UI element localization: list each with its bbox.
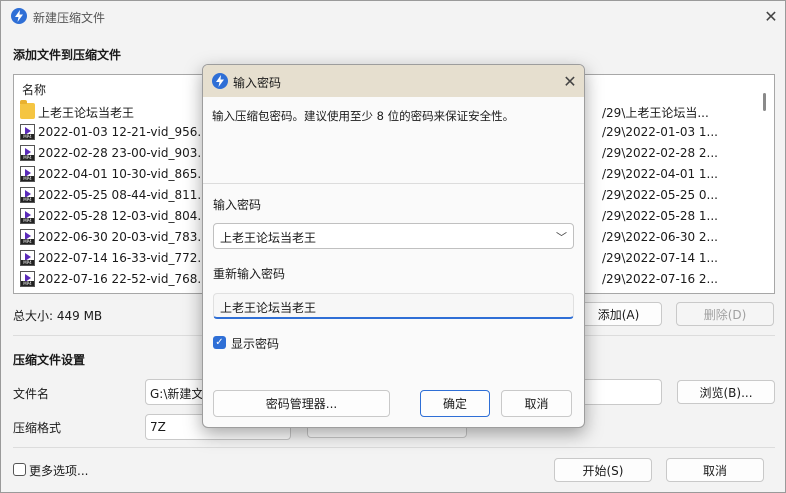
format-label: 压缩格式 bbox=[13, 421, 62, 435]
confirm-password-label: 重新输入密码 bbox=[213, 267, 286, 281]
mp4-file-icon bbox=[20, 145, 35, 161]
show-password-label[interactable]: 显示密码 bbox=[231, 335, 279, 352]
total-size: 总大小: 449 MB bbox=[13, 309, 103, 323]
file-name: 2022-07-14 16-33-vid_772.m bbox=[38, 251, 213, 265]
password-label: 输入密码 bbox=[213, 198, 262, 212]
chevron-down-icon[interactable]: ﹀ bbox=[556, 229, 567, 245]
mp4-file-icon bbox=[20, 208, 35, 224]
password-dialog: 输入密码 ✕ 输入压缩包密码。建议使用至少 8 位的密码来保证安全性。 输入密码… bbox=[202, 64, 585, 428]
divider bbox=[13, 447, 775, 448]
file-path: /29\2022-05-25 0... bbox=[602, 188, 718, 202]
filename-label: 文件名 bbox=[13, 387, 50, 401]
show-password-checkbox[interactable]: ✓ bbox=[213, 336, 226, 349]
cancel-button[interactable]: 取消 bbox=[666, 458, 764, 482]
password-combobox[interactable]: 上老王论坛当老王 ﹀ bbox=[213, 223, 574, 249]
mp4-file-icon bbox=[20, 187, 35, 203]
column-header-name[interactable]: 名称 bbox=[22, 81, 46, 98]
app-logo-icon bbox=[212, 73, 228, 89]
dialog-description: 输入压缩包密码。建议使用至少 8 位的密码来保证安全性。 bbox=[212, 109, 515, 123]
mp4-file-icon bbox=[20, 124, 35, 140]
file-name: 2022-01-03 12-21-vid_956.m bbox=[38, 125, 213, 139]
start-button[interactable]: 开始(S) bbox=[554, 458, 652, 482]
divider bbox=[203, 183, 584, 184]
main-titlebar: 新建压缩文件 ✕ bbox=[1, 1, 785, 31]
mp4-file-icon bbox=[20, 250, 35, 266]
file-name: 2022-07-16 22-52-vid_768.m bbox=[38, 272, 213, 286]
file-path: /29\2022-07-14 1... bbox=[602, 251, 718, 265]
dialog-titlebar: 输入密码 ✕ bbox=[203, 65, 584, 97]
window-title: 新建压缩文件 bbox=[33, 11, 106, 25]
close-icon[interactable]: ✕ bbox=[756, 3, 786, 29]
file-path: /29\2022-07-16 2... bbox=[602, 272, 718, 286]
add-button[interactable]: 添加(A) bbox=[575, 302, 662, 326]
file-name: 上老王论坛当老王 bbox=[38, 106, 135, 120]
delete-button[interactable]: 删除(D) bbox=[676, 302, 774, 326]
app-logo-icon bbox=[11, 8, 27, 24]
file-path: /29\2022-04-01 1... bbox=[602, 167, 718, 181]
file-name: 2022-05-25 08-44-vid_811.m bbox=[38, 188, 213, 202]
close-icon[interactable]: ✕ bbox=[555, 68, 584, 94]
password-value: 上老王论坛当老王 bbox=[220, 231, 317, 245]
mp4-file-icon bbox=[20, 166, 35, 182]
mp4-file-icon bbox=[20, 229, 35, 245]
settings-heading: 压缩文件设置 bbox=[13, 353, 86, 367]
dialog-cancel-button[interactable]: 取消 bbox=[501, 390, 572, 417]
file-path: /29\2022-02-28 2... bbox=[602, 146, 718, 160]
file-path: /29\2022-05-28 1... bbox=[602, 209, 718, 223]
file-name: 2022-06-30 20-03-vid_783.m bbox=[38, 230, 213, 244]
password-manager-button[interactable]: 密码管理器... bbox=[213, 390, 390, 417]
file-path: /29\上老王论坛当... bbox=[602, 106, 709, 120]
file-name: 2022-04-01 10-30-vid_865.m bbox=[38, 167, 213, 181]
confirm-password-field[interactable]: 上老王论坛当老王 bbox=[213, 293, 574, 319]
file-path: /29\2022-01-03 1... bbox=[602, 125, 718, 139]
file-name: 2022-05-28 12-03-vid_804.m bbox=[38, 209, 213, 223]
mp4-file-icon bbox=[20, 271, 35, 287]
ok-button[interactable]: 确定 bbox=[420, 390, 490, 417]
more-options-label[interactable]: 更多选项... bbox=[29, 462, 88, 479]
dialog-title: 输入密码 bbox=[233, 76, 282, 90]
more-options-checkbox[interactable] bbox=[13, 463, 26, 476]
folder-icon bbox=[20, 100, 35, 119]
file-path: /29\2022-06-30 2... bbox=[602, 230, 718, 244]
file-name: 2022-02-28 23-00-vid_903.m bbox=[38, 146, 213, 160]
browse-button[interactable]: 浏览(B)... bbox=[677, 380, 775, 404]
add-files-heading: 添加文件到压缩文件 bbox=[13, 48, 122, 62]
